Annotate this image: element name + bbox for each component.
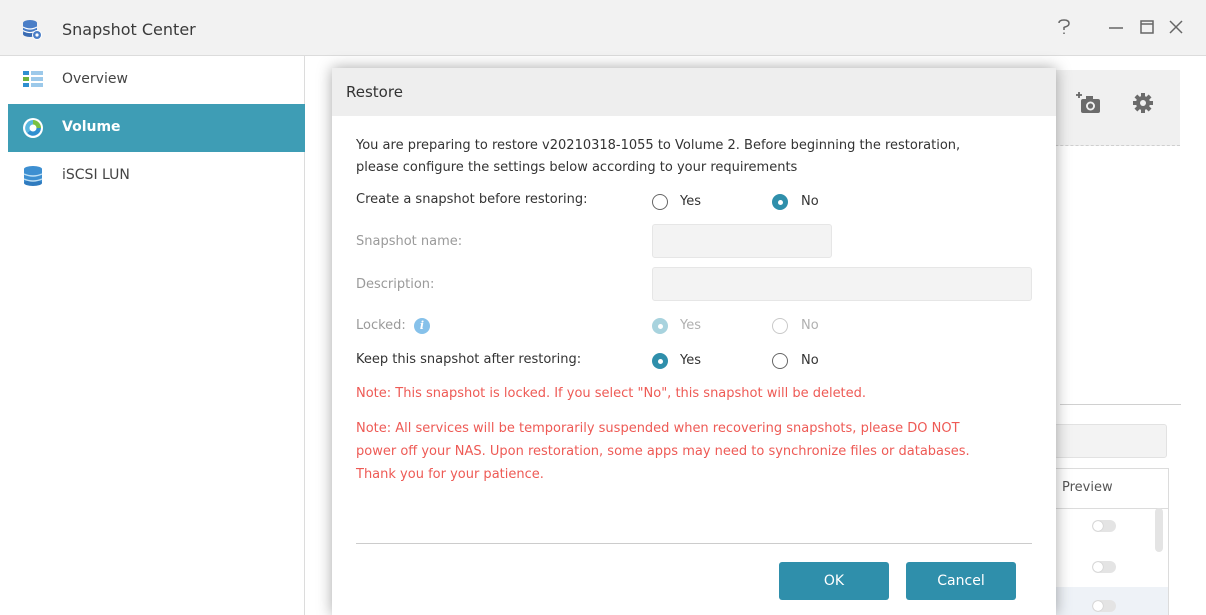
sidebar-item-label: Overview [62, 71, 128, 87]
dialog-footer-divider [356, 543, 1032, 544]
suspend-warning-line1: Note: All services will be temporarily s… [356, 421, 960, 436]
settings-icon[interactable] [1130, 90, 1156, 116]
locked-yes-label[interactable]: Yes [680, 318, 701, 333]
sidebar-item-label: iSCSI LUN [62, 167, 130, 183]
volume-icon [22, 117, 44, 139]
keep-snapshot-no-label[interactable]: No [801, 353, 819, 368]
locked-no-label[interactable]: No [801, 318, 819, 333]
database-icon [22, 165, 44, 187]
snapshot-center-app-icon [21, 19, 43, 41]
preview-toggle[interactable] [1092, 520, 1116, 532]
window-titlebar: Snapshot Center [0, 0, 1206, 56]
table-header-divider [1054, 508, 1169, 509]
dialog-header: Restore [332, 68, 1056, 116]
keep-snapshot-yes-radio[interactable] [652, 353, 668, 369]
app-title: Snapshot Center [62, 20, 196, 39]
table-scrollbar[interactable] [1155, 508, 1163, 552]
create-snapshot-yes-label[interactable]: Yes [680, 194, 701, 209]
locked-yes-radio[interactable] [652, 318, 668, 334]
snapshot-name-input[interactable] [652, 224, 832, 258]
overview-icon [22, 69, 44, 91]
locked-no-radio[interactable] [772, 318, 788, 334]
sidebar: Overview Volume iSCSI LUN [8, 56, 305, 615]
intro-text-line1: You are preparing to restore v20210318-1… [356, 138, 961, 153]
sidebar-item-iscsi-lun[interactable]: iSCSI LUN [8, 152, 305, 200]
ok-button[interactable]: OK [779, 562, 889, 600]
keep-snapshot-label: Keep this snapshot after restoring: [356, 352, 582, 367]
cancel-button[interactable]: Cancel [906, 562, 1016, 600]
restore-dialog: Restore You are preparing to restore v20… [332, 68, 1056, 615]
locked-warning-note: Note: This snapshot is locked. If you se… [356, 386, 867, 401]
sidebar-item-label: Volume [62, 119, 121, 135]
volume-toolbar [1040, 70, 1180, 146]
create-snapshot-label: Create a snapshot before restoring: [356, 192, 588, 207]
close-icon[interactable] [1164, 16, 1188, 40]
suspend-warning-line3: Thank you for your patience. [356, 467, 544, 482]
description-input[interactable] [652, 267, 1032, 301]
create-snapshot-no-label[interactable]: No [801, 194, 819, 209]
minimize-icon[interactable] [1104, 16, 1128, 40]
create-snapshot-yes-radio[interactable] [652, 194, 668, 210]
info-icon[interactable]: i [414, 318, 430, 334]
create-snapshot-no-radio[interactable] [772, 194, 788, 210]
preview-column-header: Preview [1062, 480, 1113, 495]
snapshot-name-label: Snapshot name: [356, 234, 463, 249]
maximize-icon[interactable] [1135, 16, 1159, 40]
sidebar-item-volume[interactable]: Volume [8, 104, 305, 152]
search-input[interactable] [1054, 424, 1167, 458]
keep-snapshot-yes-label[interactable]: Yes [680, 353, 701, 368]
intro-text-line2: please configure the settings below acco… [356, 160, 798, 175]
keep-snapshot-no-radio[interactable] [772, 353, 788, 369]
divider [1060, 404, 1181, 405]
dialog-title: Restore [346, 83, 403, 101]
preview-toggle[interactable] [1092, 561, 1116, 573]
sidebar-item-overview[interactable]: Overview [8, 56, 305, 104]
description-label: Description: [356, 277, 435, 292]
locked-label: Locked: [356, 318, 406, 333]
help-icon[interactable] [1052, 16, 1076, 40]
preview-toggle[interactable] [1092, 600, 1116, 612]
add-snapshot-icon[interactable] [1076, 90, 1102, 116]
suspend-warning-line2: power off your NAS. Upon restoration, so… [356, 444, 970, 459]
